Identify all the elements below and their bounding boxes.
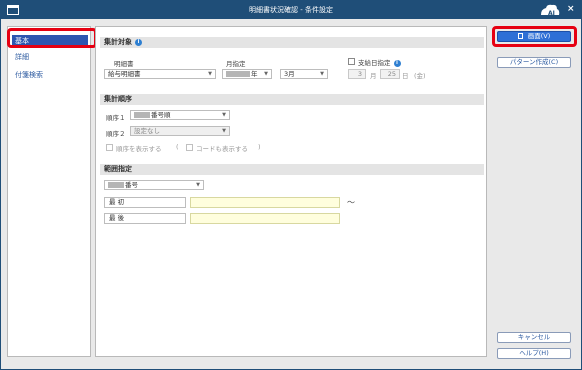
window-title: 明細書状況確認 - 条件設定 bbox=[249, 6, 333, 14]
range-section-heading: 範囲指定 bbox=[100, 164, 484, 175]
title-bar: 明細書状況確認 - 条件設定 AI × bbox=[1, 1, 581, 19]
order1-masked bbox=[134, 112, 150, 118]
range-field-value: 番号 bbox=[125, 181, 138, 189]
sidebar-item-detail[interactable]: 詳細 bbox=[12, 51, 29, 63]
range-start-input[interactable] bbox=[190, 197, 340, 208]
action-panel: 画面(V) パターン作成(C) キャンセル ヘルプ(H) bbox=[491, 26, 577, 359]
show-order-label: 順序を表示する bbox=[116, 145, 162, 153]
chevron-down-icon: ▼ bbox=[320, 71, 324, 77]
dialog-window: 明細書状況確認 - 条件設定 AI × 基本 詳細 付箋検索 集計対象 i 明細書… bbox=[0, 0, 582, 370]
month-value: 3月 bbox=[284, 70, 295, 78]
close-icon[interactable]: × bbox=[567, 4, 575, 14]
statement-label: 明細書 bbox=[114, 60, 134, 68]
order-section-heading: 集計順序 bbox=[100, 94, 484, 105]
chevron-down-icon: ▼ bbox=[196, 182, 200, 188]
info-icon[interactable]: i bbox=[135, 38, 142, 46]
range-end-input[interactable] bbox=[190, 213, 340, 224]
chevron-down-icon: ▼ bbox=[222, 128, 226, 134]
chevron-down-icon: ▼ bbox=[264, 71, 268, 77]
month-select[interactable]: 3月 ▼ bbox=[280, 69, 328, 79]
help-button[interactable]: ヘルプ(H) bbox=[497, 348, 571, 359]
order1-label: 順序１ bbox=[106, 114, 126, 122]
year-select[interactable]: 年 ▼ bbox=[222, 69, 272, 79]
paren-open: ( bbox=[176, 143, 179, 151]
range-end-label: 最 後 bbox=[104, 213, 186, 224]
payday-label-text: 支給日指定 bbox=[358, 59, 391, 67]
range-start-label: 最 初 bbox=[104, 197, 186, 208]
range-field-masked bbox=[108, 182, 124, 188]
order1-select[interactable]: 番号順 ▼ bbox=[130, 110, 230, 120]
order2-value: 設定なし bbox=[134, 127, 160, 135]
cancel-button[interactable]: キャンセル bbox=[497, 332, 571, 343]
highlight-box-sidebar bbox=[7, 28, 97, 48]
year-suffix: 年 bbox=[251, 70, 258, 78]
highlight-box-screen-button bbox=[492, 26, 577, 47]
statement-value: 給与明細書 bbox=[108, 70, 141, 78]
pattern-create-button[interactable]: パターン作成(C) bbox=[497, 57, 571, 68]
sidebar-item-sticky-search[interactable]: 付箋検索 bbox=[12, 69, 43, 81]
order1-value: 番号順 bbox=[151, 111, 171, 119]
logo-text: AI bbox=[548, 10, 555, 17]
main-panel: 集計対象 i 明細書 給与明細書 ▼ 月指定 年 ▼ 3月 ▼ 支給日指定 i 3 月 2… bbox=[95, 26, 487, 357]
range-field-select[interactable]: 番号 ▼ bbox=[104, 180, 204, 190]
payday-day-field[interactable]: 25 bbox=[380, 69, 400, 79]
paren-close: ) bbox=[258, 143, 261, 151]
info-icon[interactable]: i bbox=[393, 59, 401, 67]
month-spec-label: 月指定 bbox=[226, 60, 246, 68]
show-order-checkbox[interactable] bbox=[106, 144, 113, 151]
order2-select[interactable]: 設定なし ▼ bbox=[130, 126, 230, 136]
range-tilde: ～ bbox=[347, 198, 355, 207]
payday-label: 支給日指定 i bbox=[358, 57, 401, 67]
chevron-down-icon: ▼ bbox=[222, 112, 226, 118]
sidebar: 基本 詳細 付箋検索 bbox=[7, 26, 91, 357]
payday-checkbox[interactable] bbox=[348, 58, 355, 65]
payday-day-unit: 日 bbox=[402, 72, 409, 80]
show-code-checkbox[interactable] bbox=[186, 144, 193, 151]
app-logo-icon: AI bbox=[541, 4, 560, 17]
aggregate-heading-text: 集計対象 bbox=[104, 38, 132, 46]
chevron-down-icon: ▼ bbox=[208, 71, 212, 77]
show-code-label: コードも表示する bbox=[196, 145, 248, 153]
order2-label: 順序２ bbox=[106, 130, 126, 138]
year-value-masked bbox=[226, 71, 250, 77]
payday-weekday: (金) bbox=[414, 72, 426, 80]
payday-month-unit: 月 bbox=[370, 72, 377, 80]
aggregate-section-heading: 集計対象 i bbox=[100, 37, 484, 48]
statement-select[interactable]: 給与明細書 ▼ bbox=[104, 69, 216, 79]
payday-month-field[interactable]: 3 bbox=[348, 69, 366, 79]
